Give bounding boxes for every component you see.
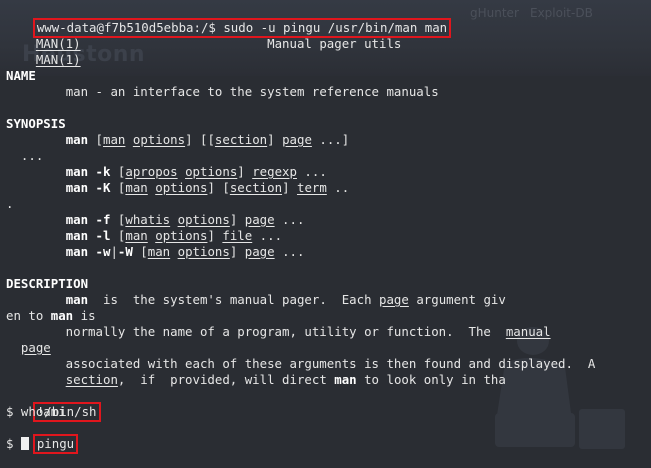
final-prompt: $ xyxy=(6,436,21,451)
description-line-4: page xyxy=(20,340,51,355)
synopsis-line-1-cont: ... xyxy=(6,148,44,163)
man-header-line: MAN(1) Manual pager utils xyxy=(6,20,646,51)
terminal-line-command: www-data@f7b510d5ebba:/$ sudo -u pingu /… xyxy=(6,4,646,38)
synopsis-line-1: man [man options] [[section] page ...] xyxy=(65,132,350,147)
final-prompt-line: $ xyxy=(6,436,646,452)
terminal-window[interactable]: www-data@f7b510d5ebba:/$ sudo -u pingu /… xyxy=(6,4,646,454)
description-line-5: associated with each of these arguments … xyxy=(6,356,596,371)
synopsis-line-4: man -f [whatis options] page ... xyxy=(65,212,305,227)
synopsis-line-5: man -l [man options] file ... xyxy=(65,228,283,243)
synopsis-line-3: man -K [man options] [section] term .. xyxy=(65,180,350,195)
description-line-3: normally the name of a program, utility … xyxy=(6,324,551,339)
description-line-2: en to man is xyxy=(6,308,96,323)
whoami-line: $ whoami xyxy=(6,404,66,419)
whoami-output-line: pingu xyxy=(6,420,646,454)
section-name-heading: NAME xyxy=(6,68,36,83)
section-description-heading: DESCRIPTION xyxy=(6,276,89,291)
name-text: man - an interface to the system referen… xyxy=(65,84,439,99)
description-line-1: man is the system's manual pager. Each p… xyxy=(65,292,506,307)
synopsis-line-6: man -w|-W [man options] page ... xyxy=(65,244,305,259)
synopsis-line-2: man -k [apropos options] regexp ... xyxy=(65,164,327,179)
name-text-line: man - an interface to the system referen… xyxy=(6,84,646,100)
terminal-cursor[interactable] xyxy=(20,437,29,450)
man-header-line-2: MAN(1) xyxy=(6,36,646,67)
section-synopsis-heading: SYNOPSIS xyxy=(6,116,66,131)
synopsis-line-3-cont: . xyxy=(6,196,14,211)
shell-escape-line: !/bin/sh xyxy=(6,388,646,422)
description-line-6: section, if provided, will direct man to… xyxy=(65,372,506,387)
